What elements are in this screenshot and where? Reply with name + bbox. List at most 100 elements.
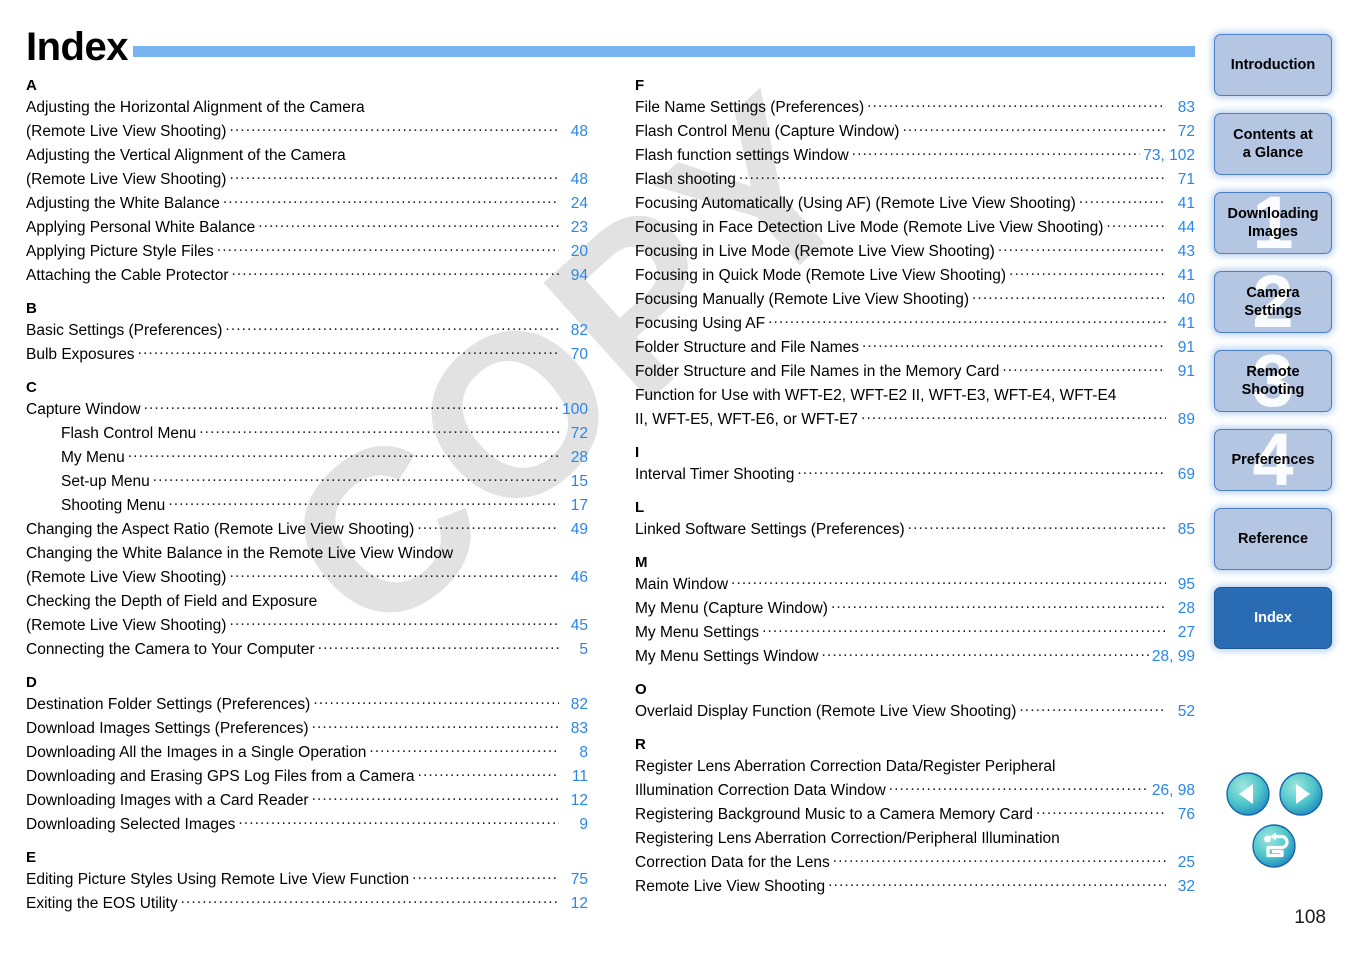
index-entry-page-number[interactable]: 49 bbox=[562, 518, 588, 542]
index-entry[interactable]: Focusing in Quick Mode (Remote Live View… bbox=[635, 264, 1195, 288]
index-entry[interactable]: Set-up Menu 15 bbox=[26, 470, 588, 494]
index-entry[interactable]: (Remote Live View Shooting) 45 bbox=[26, 614, 588, 638]
index-entry[interactable]: II, WFT-E5, WFT-E6, or WFT-E7 89 bbox=[635, 408, 1195, 432]
index-entry[interactable]: My Menu Settings 27 bbox=[635, 621, 1195, 645]
index-entry[interactable]: Focusing in Face Detection Live Mode (Re… bbox=[635, 216, 1195, 240]
index-entry[interactable]: Basic Settings (Preferences) 82 bbox=[26, 319, 588, 343]
index-entry-page-number[interactable]: 85 bbox=[1169, 518, 1195, 542]
index-entry-page-number[interactable]: 28, 99 bbox=[1152, 645, 1195, 669]
index-entry-page-number[interactable]: 69 bbox=[1169, 463, 1195, 487]
index-entry-page-number[interactable]: 89 bbox=[1169, 408, 1195, 432]
return-button[interactable] bbox=[1252, 824, 1296, 868]
index-entry-page-number[interactable]: 100 bbox=[562, 398, 588, 422]
index-entry[interactable]: My Menu Settings Window 28, 99 bbox=[635, 645, 1195, 669]
index-entry[interactable]: Remote Live View Shooting 32 bbox=[635, 875, 1195, 899]
index-entry-page-number[interactable]: 70 bbox=[562, 343, 588, 367]
index-entry-page-number[interactable]: 25 bbox=[1169, 851, 1195, 875]
sidebar-tab-introduction[interactable]: Introduction bbox=[1214, 34, 1332, 96]
sidebar-tab-reference[interactable]: Reference bbox=[1214, 508, 1332, 570]
index-entry-page-number[interactable]: 17 bbox=[562, 494, 588, 518]
index-entry-page-number[interactable]: 41 bbox=[1169, 192, 1195, 216]
index-entry-page-number[interactable]: 20 bbox=[562, 240, 588, 264]
index-entry-page-number[interactable]: 11 bbox=[562, 765, 588, 789]
index-entry-page-number[interactable]: 48 bbox=[562, 120, 588, 144]
sidebar-tab-contents-at-a-glance[interactable]: Contents at a Glance bbox=[1214, 113, 1332, 175]
index-entry-page-number[interactable]: 95 bbox=[1169, 573, 1195, 597]
index-entry-page-number[interactable]: 72 bbox=[1169, 120, 1195, 144]
index-entry-page-number[interactable]: 73, 102 bbox=[1143, 144, 1195, 168]
index-entry[interactable]: Downloading All the Images in a Single O… bbox=[26, 741, 588, 765]
index-entry[interactable]: Focusing Automatically (Using AF) (Remot… bbox=[635, 192, 1195, 216]
index-entry[interactable]: Focusing Using AF 41 bbox=[635, 312, 1195, 336]
index-entry-page-number[interactable]: 82 bbox=[562, 693, 588, 717]
index-entry[interactable]: Folder Structure and File Names 91 bbox=[635, 336, 1195, 360]
index-entry-page-number[interactable]: 23 bbox=[562, 216, 588, 240]
sidebar-tab-index[interactable]: Index bbox=[1214, 587, 1332, 649]
index-entry-page-number[interactable]: 26, 98 bbox=[1152, 779, 1195, 803]
index-entry-page-number[interactable]: 94 bbox=[562, 264, 588, 288]
index-entry[interactable]: Registering Background Music to a Camera… bbox=[635, 803, 1195, 827]
index-entry[interactable]: Downloading and Erasing GPS Log Files fr… bbox=[26, 765, 588, 789]
index-entry[interactable]: (Remote Live View Shooting) 48 bbox=[26, 120, 588, 144]
sidebar-tab-downloading-images[interactable]: 1 Downloading Images bbox=[1214, 192, 1332, 254]
index-entry[interactable]: Capture Window 100 bbox=[26, 398, 588, 422]
sidebar-tab-camera-settings[interactable]: 2 Camera Settings bbox=[1214, 271, 1332, 333]
index-entry[interactable]: Focusing Manually (Remote Live View Shoo… bbox=[635, 288, 1195, 312]
index-entry-page-number[interactable]: 83 bbox=[1169, 96, 1195, 120]
index-entry[interactable]: Exiting the EOS Utility 12 bbox=[26, 892, 588, 916]
index-entry-page-number[interactable]: 12 bbox=[562, 789, 588, 813]
index-entry[interactable]: Changing the Aspect Ratio (Remote Live V… bbox=[26, 518, 588, 542]
index-entry[interactable]: Illumination Correction Data Window 26, 9… bbox=[635, 779, 1195, 803]
index-entry[interactable]: Folder Structure and File Names in the M… bbox=[635, 360, 1195, 384]
index-entry[interactable]: Correction Data for the Lens 25 bbox=[635, 851, 1195, 875]
index-entry[interactable]: File Name Settings (Preferences) 83 bbox=[635, 96, 1195, 120]
index-entry-page-number[interactable]: 28 bbox=[562, 446, 588, 470]
index-entry-page-number[interactable]: 43 bbox=[1169, 240, 1195, 264]
index-entry[interactable]: Download Images Settings (Preferences) 83 bbox=[26, 717, 588, 741]
index-entry-page-number[interactable]: 46 bbox=[562, 566, 588, 590]
index-entry-page-number[interactable]: 24 bbox=[562, 192, 588, 216]
index-entry-page-number[interactable]: 32 bbox=[1169, 875, 1195, 899]
index-entry-page-number[interactable]: 83 bbox=[562, 717, 588, 741]
index-entry[interactable]: Overlaid Display Function (Remote Live V… bbox=[635, 700, 1195, 724]
index-entry[interactable]: Downloading Images with a Card Reader 12 bbox=[26, 789, 588, 813]
index-entry-page-number[interactable]: 12 bbox=[562, 892, 588, 916]
index-entry-page-number[interactable]: 82 bbox=[562, 319, 588, 343]
index-entry-page-number[interactable]: 91 bbox=[1169, 360, 1195, 384]
index-entry[interactable]: Downloading Selected Images 9 bbox=[26, 813, 588, 837]
index-entry-page-number[interactable]: 75 bbox=[562, 868, 588, 892]
index-entry[interactable]: My Menu (Capture Window) 28 bbox=[635, 597, 1195, 621]
index-entry[interactable]: Main Window 95 bbox=[635, 573, 1195, 597]
sidebar-tab-preferences[interactable]: 4 Preferences bbox=[1214, 429, 1332, 491]
index-entry-page-number[interactable]: 45 bbox=[562, 614, 588, 638]
index-entry-page-number[interactable]: 28 bbox=[1169, 597, 1195, 621]
index-entry[interactable]: Flash function settings Window 73, 102 bbox=[635, 144, 1195, 168]
index-entry-page-number[interactable]: 41 bbox=[1169, 312, 1195, 336]
index-entry[interactable]: Shooting Menu 17 bbox=[26, 494, 588, 518]
index-entry[interactable]: Flash Control Menu (Capture Window) 72 bbox=[635, 120, 1195, 144]
index-entry-page-number[interactable]: 71 bbox=[1169, 168, 1195, 192]
index-entry[interactable]: Adjusting the White Balance 24 bbox=[26, 192, 588, 216]
index-entry[interactable]: Interval Timer Shooting 69 bbox=[635, 463, 1195, 487]
index-entry[interactable]: Flash Control Menu 72 bbox=[26, 422, 588, 446]
index-entry-page-number[interactable]: 41 bbox=[1169, 264, 1195, 288]
index-entry-page-number[interactable]: 44 bbox=[1169, 216, 1195, 240]
index-entry-page-number[interactable]: 48 bbox=[562, 168, 588, 192]
index-entry[interactable]: Editing Picture Styles Using Remote Live… bbox=[26, 868, 588, 892]
index-entry[interactable]: My Menu 28 bbox=[26, 446, 588, 470]
index-entry[interactable]: Attaching the Cable Protector 94 bbox=[26, 264, 588, 288]
index-entry-page-number[interactable]: 27 bbox=[1169, 621, 1195, 645]
index-entry[interactable]: Focusing in Live Mode (Remote Live View … bbox=[635, 240, 1195, 264]
index-entry[interactable]: Connecting the Camera to Your Computer 5 bbox=[26, 638, 588, 662]
index-entry-page-number[interactable]: 9 bbox=[562, 813, 588, 837]
index-entry-page-number[interactable]: 72 bbox=[562, 422, 588, 446]
previous-page-button[interactable] bbox=[1225, 772, 1270, 816]
index-entry[interactable]: Flash shooting 71 bbox=[635, 168, 1195, 192]
index-entry[interactable]: Destination Folder Settings (Preferences… bbox=[26, 693, 588, 717]
index-entry-page-number[interactable]: 52 bbox=[1169, 700, 1195, 724]
index-entry-page-number[interactable]: 40 bbox=[1169, 288, 1195, 312]
index-entry[interactable]: (Remote Live View Shooting) 46 bbox=[26, 566, 588, 590]
sidebar-tab-remote-shooting[interactable]: 3 Remote Shooting bbox=[1214, 350, 1332, 412]
index-entry-page-number[interactable]: 5 bbox=[562, 638, 588, 662]
next-page-button[interactable] bbox=[1278, 772, 1323, 816]
